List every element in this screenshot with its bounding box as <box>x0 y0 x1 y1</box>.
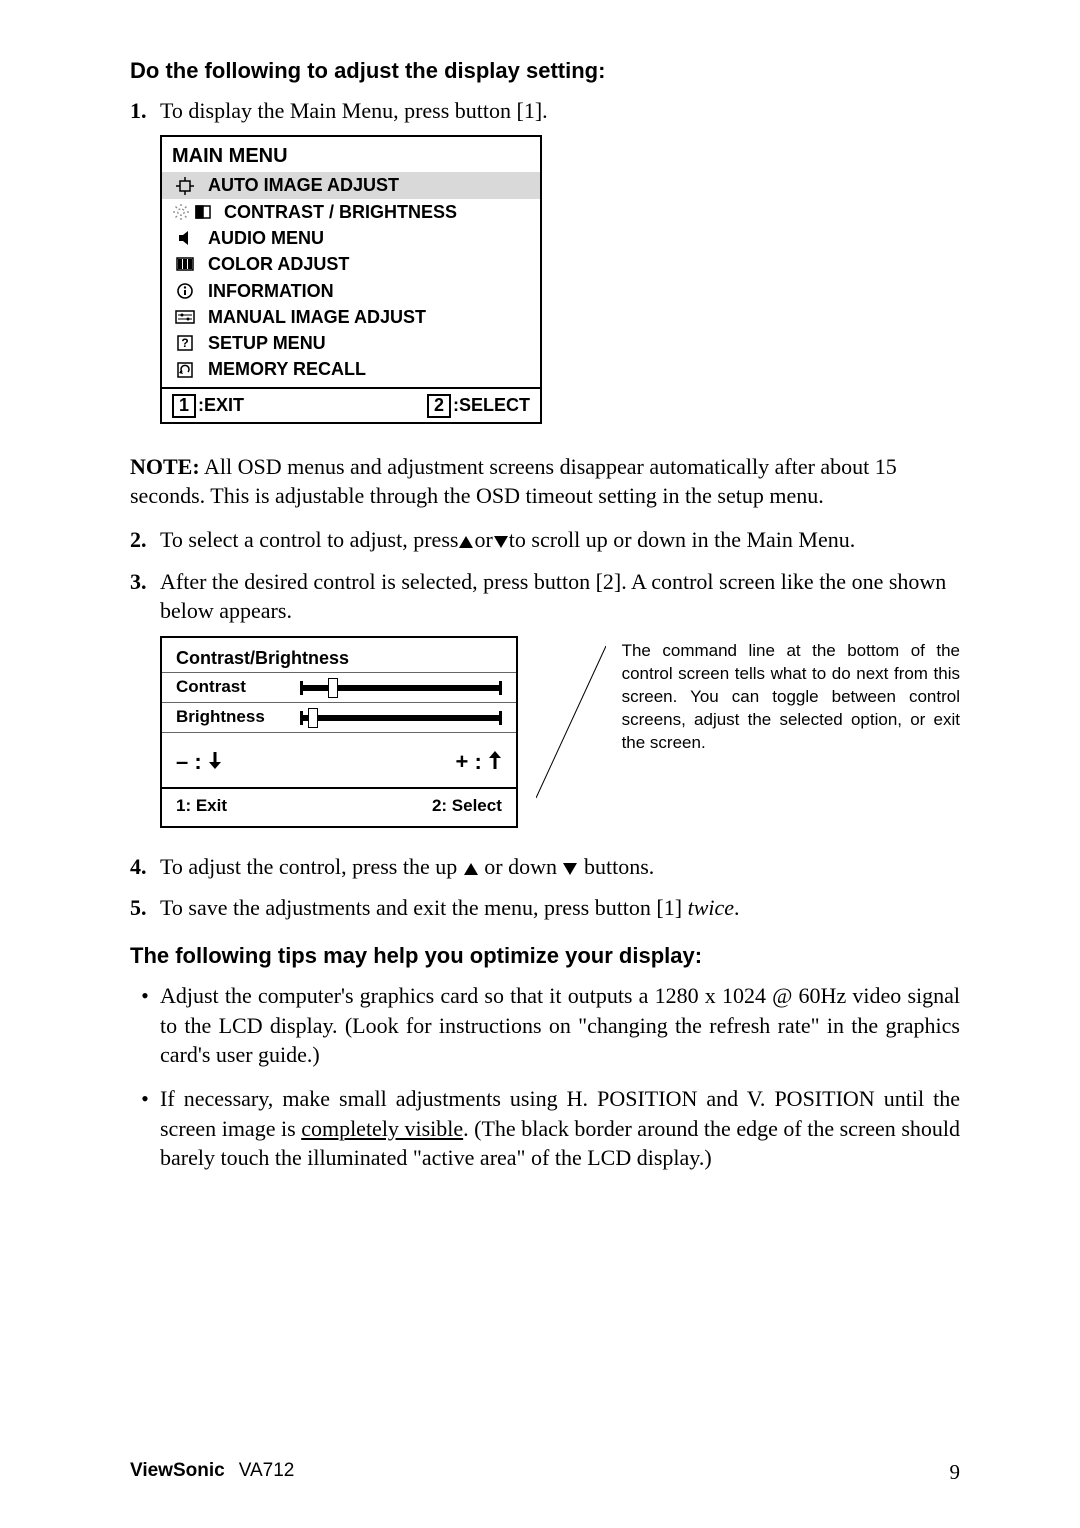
step-num: 1. <box>130 96 160 126</box>
menu-item-auto-image-adjust[interactable]: AUTO IMAGE ADJUST <box>162 172 540 198</box>
text: To select a control to adjust, press <box>160 527 458 552</box>
footer-brand: ViewSonic <box>130 1458 225 1486</box>
minus-label: – : <box>176 749 208 774</box>
crosshair-icon <box>172 176 198 196</box>
menu-label: MANUAL IMAGE ADJUST <box>208 305 426 329</box>
menu-label: COLOR ADJUST <box>208 252 349 276</box>
menu-label: AUTO IMAGE ADJUST <box>208 173 399 197</box>
menu-item-setup-menu[interactable]: ? SETUP MENU <box>172 330 530 356</box>
triangle-down-icon <box>493 527 509 557</box>
text-underline: completely visible <box>301 1116 463 1141</box>
key-2: 2 <box>427 394 451 418</box>
speaker-icon <box>172 228 198 248</box>
menu-item-information[interactable]: INFORMATION <box>172 278 530 304</box>
contrast-slider[interactable] <box>300 678 502 698</box>
step-text: After the desired control is selected, p… <box>160 567 960 626</box>
info-icon <box>172 281 198 301</box>
text: . <box>734 895 740 920</box>
step-5: 5. To save the adjustments and exit the … <box>130 893 960 923</box>
triangle-up-icon <box>458 527 474 557</box>
step-4: 4. To adjust the control, press the up o… <box>130 852 960 884</box>
main-menu-box: MAIN MENU AUTO IMAGE ADJUST CONTRAST / B… <box>160 135 542 423</box>
page-footer: ViewSonic VA712 9 <box>130 1458 960 1486</box>
menu-label: AUDIO MENU <box>208 226 324 250</box>
key-1: 1 <box>172 394 196 418</box>
note-paragraph: NOTE: All OSD menus and adjustment scree… <box>130 452 960 511</box>
question-icon: ? <box>172 333 198 353</box>
step-text: To select a control to adjust, press orto… <box>160 525 960 557</box>
step-text: To display the Main Menu, press button [… <box>160 96 960 126</box>
plus-label: + : <box>455 749 487 774</box>
exit-label: 1: Exit <box>176 795 432 818</box>
control-row-contrast[interactable]: Contrast <box>162 672 516 702</box>
menu-item-color-adjust[interactable]: COLOR ADJUST <box>172 251 530 277</box>
note-text: All OSD menus and adjustment screens dis… <box>130 454 897 509</box>
tip-text: Adjust the computer's graphics card so t… <box>160 981 960 1070</box>
text: or <box>474 527 492 552</box>
step-3: 3. After the desired control is selected… <box>130 567 960 626</box>
menu-label: CONTRAST / BRIGHTNESS <box>224 200 457 224</box>
brightness-slider[interactable] <box>300 708 502 728</box>
menu-footer: 1:EXIT 2:SELECT <box>162 389 540 422</box>
tip-1: • Adjust the computer's graphics card so… <box>130 981 960 1070</box>
heading-adjust: Do the following to adjust the display s… <box>130 56 960 86</box>
control-box: Contrast/Brightness Contrast Brightness … <box>160 636 518 828</box>
arrow-down-icon <box>208 749 222 774</box>
sliders-icon <box>172 307 198 327</box>
control-footer: 1: Exit 2: Select <box>162 787 516 826</box>
note-label: NOTE: <box>130 454 200 479</box>
step-text: To save the adjustments and exit the men… <box>160 893 960 923</box>
control-title: Contrast/Brightness <box>162 646 516 672</box>
menu-label: INFORMATION <box>208 279 334 303</box>
main-menu-title: MAIN MENU <box>162 137 540 172</box>
select-label: 2: Select <box>432 795 502 818</box>
brightness-label: Brightness <box>176 706 286 729</box>
caption-text: The command line at the bottom of the co… <box>622 636 960 755</box>
triangle-down-icon <box>562 854 578 884</box>
exit-label: :EXIT <box>198 395 244 415</box>
text: or down <box>479 854 563 879</box>
menu-item-memory-recall[interactable]: MEMORY RECALL <box>172 356 530 382</box>
menu-label: SETUP MENU <box>208 331 326 355</box>
menu-label: MEMORY RECALL <box>208 357 366 381</box>
triangle-up-icon <box>463 854 479 884</box>
color-bars-icon <box>172 254 198 274</box>
bullet-dot: • <box>130 1084 160 1173</box>
recall-icon <box>172 360 198 380</box>
menu-item-manual-image-adjust[interactable]: MANUAL IMAGE ADJUST <box>172 304 530 330</box>
text: To adjust the control, press the up <box>160 854 463 879</box>
menu-item-audio-menu[interactable]: AUDIO MENU <box>172 225 530 251</box>
text-italic: twice <box>688 895 734 920</box>
svg-text:?: ? <box>181 336 188 350</box>
contrast-label: Contrast <box>176 676 286 699</box>
step-num: 4. <box>130 852 160 884</box>
step-num: 2. <box>130 525 160 557</box>
tip-text: If necessary, make small adjustments usi… <box>160 1084 960 1173</box>
text: to scroll up or down in the Main Menu. <box>509 527 855 552</box>
heading-tips: The following tips may help you optimize… <box>130 941 960 971</box>
step-text: To adjust the control, press the up or d… <box>160 852 960 884</box>
sun-contrast-icon <box>172 202 214 222</box>
menu-item-contrast-brightness[interactable]: CONTRAST / BRIGHTNESS <box>172 199 530 225</box>
footer-page-number: 9 <box>950 1458 961 1486</box>
select-label: :SELECT <box>453 395 530 415</box>
control-arrows: – : + : <box>162 732 516 787</box>
leader-line <box>536 636 604 766</box>
arrow-up-icon <box>488 749 502 774</box>
control-row-brightness[interactable]: Brightness <box>162 702 516 732</box>
step-num: 5. <box>130 893 160 923</box>
step-2: 2. To select a control to adjust, press o… <box>130 525 960 557</box>
step-num: 3. <box>130 567 160 626</box>
step-1: 1. To display the Main Menu, press butto… <box>130 96 960 126</box>
footer-model: VA712 <box>239 1458 295 1486</box>
bullet-dot: • <box>130 981 160 1070</box>
text: To save the adjustments and exit the men… <box>160 895 688 920</box>
tip-2: • If necessary, make small adjustments u… <box>130 1084 960 1173</box>
text: buttons. <box>578 854 654 879</box>
